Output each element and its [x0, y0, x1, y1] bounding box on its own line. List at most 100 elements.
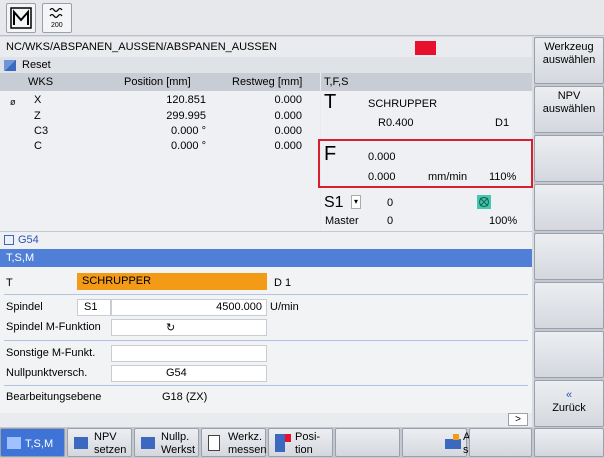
softkey-label: auswählen [542, 54, 596, 66]
tfs-header: T,F,S [321, 73, 532, 91]
axis-name: X [34, 94, 42, 106]
spindle-icon[interactable]: 200 [42, 3, 72, 33]
npv-icon [74, 437, 88, 449]
softkey-label: T,S,M [25, 438, 54, 450]
spindle-override: 100% [489, 215, 518, 227]
spindel-unit: U/min [270, 301, 299, 313]
softkey-label: setzen [94, 444, 127, 456]
spindel-speed-value: 4500.000 [216, 301, 262, 313]
axis-restweg: 0.000 [274, 125, 302, 137]
position-arrow-icon [285, 434, 291, 442]
softkey-label: NPV [557, 90, 581, 102]
tool-field-value: SCHRUPPER [82, 275, 152, 287]
back-chevron-icon: « [565, 389, 573, 401]
feed-letter: F [324, 143, 337, 165]
tfs-panel: T SCHRUPPER R0.400 D1 F 0.000 0.000 mm/m… [318, 91, 533, 231]
spindel-mfunction-label: Spindel M-Funktion [6, 321, 101, 333]
spindle-status-icon [477, 195, 491, 209]
tsm-icon [7, 437, 21, 449]
feed-value-2: 0.000 [368, 171, 396, 183]
spindel-select[interactable]: S1 [77, 299, 111, 316]
tool-d: D1 [495, 117, 510, 129]
divider [4, 340, 528, 341]
bearbeitungsebene-value: G18 (ZX) [162, 391, 208, 403]
softkey-werkzeug-auswaehlen[interactable]: Werkzeug auswählen [534, 37, 604, 84]
zero-offset-bar: G54 [0, 231, 532, 249]
axis-restweg: 0.000 [274, 110, 302, 122]
tool-letter: T [324, 91, 337, 113]
softkey-empty-9[interactable] [534, 428, 604, 457]
scroll-right-button[interactable]: > [508, 413, 528, 426]
nullpunkt-field[interactable]: G54 [111, 365, 267, 382]
abspanen-icon [445, 439, 461, 449]
feed-override: 110% [489, 171, 517, 183]
tsm-form: T SCHRUPPER D 1 Spindel S1 4500.000 U/mi… [0, 267, 532, 415]
rotation-icon: ↻ [166, 322, 176, 334]
softkey-zurueck[interactable]: « Zurück [534, 380, 604, 427]
restweg-header: Restweg [mm] [232, 76, 303, 88]
spindle-label: S1 [324, 194, 344, 211]
spindel-mfunction-field[interactable]: ↻ [111, 319, 267, 336]
softkey-label: tion [295, 444, 313, 456]
softkey-label: Nullp. [161, 431, 190, 443]
softkey-empty-6[interactable] [335, 428, 400, 457]
program-path: NC/WKS/ABSPANEN_AUSSEN/ABSPANEN_AUSSEN [0, 37, 532, 57]
bearbeitungsebene-label: Bearbeitungsebene [6, 391, 102, 403]
tsm-title-bar: T,S,M [0, 249, 532, 267]
tool-name: SCHRUPPER [368, 98, 438, 110]
divider [4, 294, 528, 295]
axis-name: Z [34, 110, 41, 122]
softkey-empty-8[interactable] [469, 428, 532, 457]
spindle-select-icon[interactable]: ▾ [351, 195, 361, 209]
sonstige-mfunktion-field[interactable] [111, 345, 267, 362]
softkey-label: Zurück [552, 402, 586, 414]
softkey-label: Werkz. [228, 431, 263, 443]
softkey-abspanen[interactable]: Ab- spanen [402, 428, 499, 457]
softkey-empty-6[interactable] [534, 282, 604, 329]
axis-name: C [34, 140, 42, 152]
spindel-speed-field[interactable]: 4500.000 [111, 299, 267, 316]
workpiece-icon [141, 437, 155, 449]
softkey-label: Posi- [295, 431, 321, 443]
t-label: T [6, 277, 13, 289]
softkey-label: Werkst [161, 444, 196, 456]
softkey-position[interactable]: Posi- tion [268, 428, 333, 457]
wks-header-label: WKS [28, 76, 54, 88]
svg-text:200: 200 [51, 22, 63, 29]
zero-offset-label: G54 [18, 234, 39, 246]
horizontal-softkey-bar: T,S,M NPV setzen Nullp. Werkst Werkz. me… [0, 427, 604, 458]
divider [4, 385, 528, 386]
spindle-value: 0 [387, 197, 394, 209]
offset-icon [4, 235, 14, 245]
vertical-softkey-bar: Werkzeug auswählen NPV auswählen « Zurüc… [534, 37, 604, 427]
wks-panel: ø X 120.851 0.000 Z 299.995 0.000 C3 0.0… [0, 91, 320, 231]
wks-header: WKS Position [mm] Restweg [mm] [0, 73, 320, 91]
softkey-empty-3[interactable] [534, 135, 604, 182]
softkey-empty-4[interactable] [534, 184, 604, 231]
alarm-indicator[interactable] [415, 41, 436, 55]
master-value: 0 [387, 215, 394, 227]
abspanen-tool-icon [453, 434, 459, 440]
softkey-tsm[interactable]: T,S,M [0, 428, 65, 457]
softkey-empty-7[interactable] [534, 331, 604, 378]
measure-tool-icon [208, 435, 220, 451]
softkey-empty-5[interactable] [534, 233, 604, 280]
softkey-npv-auswaehlen[interactable]: NPV auswählen [534, 86, 604, 133]
feed-unit: mm/min [428, 171, 468, 183]
softkey-werkz-messen[interactable]: Werkz. messen [201, 428, 267, 457]
machine-icon[interactable] [6, 3, 36, 33]
scroll-row: > [0, 413, 532, 427]
position-header: Position [mm] [124, 76, 191, 88]
spindel-select-value: S1 [84, 301, 98, 313]
reset-bar: Reset [0, 57, 532, 73]
d-value: D 1 [274, 277, 292, 289]
softkey-label: Werkzeug [544, 41, 594, 53]
top-bar [0, 0, 604, 36]
axis-restweg: 0.000 [274, 140, 302, 152]
softkey-nullp-werkst[interactable]: Nullp. Werkst [134, 428, 199, 457]
softkey-label: NPV [94, 431, 117, 443]
softkey-npv-setzen[interactable]: NPV setzen [67, 428, 132, 457]
axis-mark: ø [10, 97, 16, 107]
tool-field[interactable]: SCHRUPPER [77, 273, 267, 290]
axis-position: 0.000 ° [171, 125, 206, 137]
